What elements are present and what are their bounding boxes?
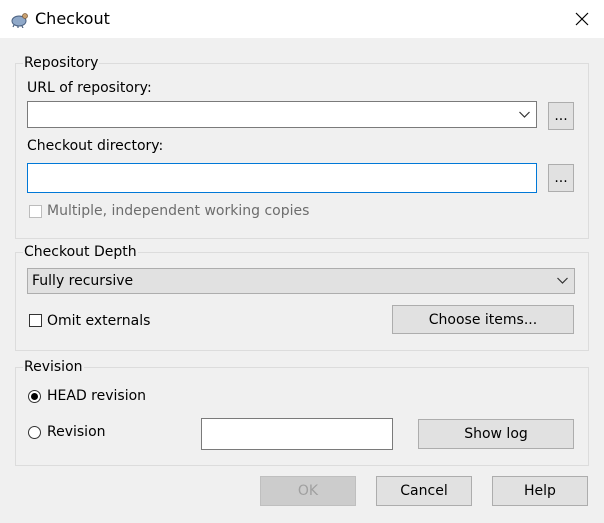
close-icon <box>575 12 589 26</box>
close-button[interactable] <box>560 0 604 38</box>
head-revision-radio[interactable] <box>28 390 41 403</box>
omit-externals-checkbox[interactable] <box>29 314 42 327</box>
depth-legend: Checkout Depth <box>23 244 138 260</box>
checkout-dir-input[interactable] <box>27 163 537 193</box>
checkout-dir-label: Checkout directory: <box>27 138 164 154</box>
chevron-down-icon <box>557 277 568 284</box>
tortoise-icon <box>9 10 29 29</box>
revision-legend: Revision <box>23 359 84 375</box>
help-button[interactable]: Help <box>492 476 588 506</box>
omit-externals-label: Omit externals <box>47 313 151 329</box>
revision-group <box>15 367 589 466</box>
multiple-copies-checkbox[interactable] <box>29 205 42 218</box>
depth-dropdown[interactable]: Fully recursive <box>27 268 575 294</box>
revision-radio[interactable] <box>28 426 41 439</box>
revision-input[interactable] <box>201 418 393 450</box>
repository-legend: Repository <box>23 55 100 71</box>
window-title: Checkout <box>35 9 110 28</box>
choose-items-button[interactable]: Choose items... <box>392 305 574 334</box>
show-log-button[interactable]: Show log <box>418 419 574 449</box>
multiple-copies-label: Multiple, independent working copies <box>47 203 310 219</box>
cancel-button[interactable]: Cancel <box>376 476 472 506</box>
ok-button[interactable]: OK <box>260 476 356 506</box>
head-revision-label: HEAD revision <box>47 388 147 404</box>
depth-group <box>15 252 589 351</box>
url-combobox[interactable] <box>27 101 537 128</box>
revision-label: Revision <box>47 424 106 440</box>
title-bar: Checkout <box>0 0 604 38</box>
browse-dir-button[interactable]: ... <box>548 164 574 192</box>
radio-dot <box>31 393 38 400</box>
browse-url-button[interactable]: ... <box>548 102 574 130</box>
url-label: URL of repository: <box>27 80 152 96</box>
depth-selected: Fully recursive <box>32 273 134 289</box>
chevron-down-icon <box>519 111 530 118</box>
